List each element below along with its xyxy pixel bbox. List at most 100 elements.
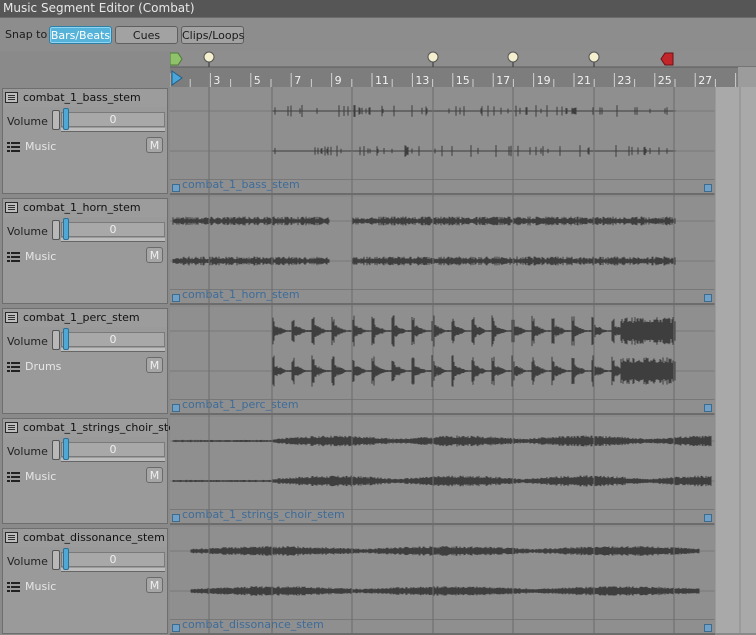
volume-slider-thumb[interactable] [63, 328, 69, 350]
clip-trim-end-handle[interactable] [704, 624, 712, 632]
clip-name: combat_1_bass_stem [182, 178, 300, 191]
mute-button[interactable]: M [146, 247, 163, 263]
output-bus-label[interactable]: Music [25, 250, 56, 263]
volume-field[interactable]: 0 [61, 442, 165, 457]
track-properties-icon[interactable] [5, 312, 18, 323]
snap-cues-button[interactable]: Cues [115, 26, 178, 44]
clip-trim-start-handle[interactable] [172, 624, 180, 632]
clip-trim-start-handle[interactable] [172, 514, 180, 522]
snap-bars-beats-button[interactable]: Bars/Beats [49, 26, 112, 44]
ruler-bar-number: 21 [577, 74, 591, 87]
volume-field[interactable]: 0 [61, 222, 165, 237]
bus-icon [7, 141, 21, 152]
volume-slider-track[interactable] [61, 568, 165, 572]
ruler-bar-number: 17 [496, 74, 510, 87]
track-properties-icon[interactable] [5, 202, 18, 213]
timeline-ruler[interactable]: 357911131517192123252729 [170, 51, 756, 87]
volume-field[interactable]: 0 [61, 552, 165, 567]
track-name[interactable]: combat_1_horn_stem [23, 201, 141, 214]
volume-handle[interactable] [52, 550, 60, 570]
waveform [170, 216, 715, 266]
volume-slider-thumb[interactable] [63, 218, 69, 240]
ruler-bar-number: 7 [294, 74, 301, 87]
waveform-path [272, 105, 676, 157]
track-header[interactable]: combat_1_strings_choir_stem Volume 0 Music M [2, 418, 186, 524]
track-name[interactable]: combat_1_perc_stem [23, 311, 140, 324]
output-bus-label[interactable]: Music [25, 580, 56, 593]
volume-slider-thumb[interactable] [63, 108, 69, 130]
volume-label: Volume [7, 555, 48, 568]
track-lane[interactable]: combat_1_strings_choir_stem [170, 417, 715, 525]
waveform [170, 546, 715, 596]
clip-trim-end-handle[interactable] [704, 294, 712, 302]
volume-field[interactable]: 0 [61, 332, 165, 347]
exit-cue-marker [660, 52, 674, 66]
volume-slider-track[interactable] [61, 238, 165, 242]
volume-label: Volume [7, 115, 48, 128]
custom-cue-marker [507, 51, 519, 63]
track-name[interactable]: combat_1_bass_stem [23, 91, 141, 104]
track-lane[interactable]: combat_1_bass_stem [170, 87, 715, 195]
waveform-path [272, 315, 676, 387]
volume-slider-track[interactable] [61, 458, 165, 462]
clip-name: combat_1_horn_stem [182, 288, 300, 301]
track-properties-icon[interactable] [5, 422, 18, 433]
ruler-bar-number: 25 [658, 74, 672, 87]
waveform-path [172, 216, 676, 266]
volume-label: Volume [7, 225, 48, 238]
volume-handle[interactable] [52, 330, 60, 350]
clip-trim-end-handle[interactable] [704, 514, 712, 522]
output-bus-label[interactable]: Drums [25, 360, 61, 373]
track-lane[interactable]: combat_1_perc_stem [170, 307, 715, 415]
clip-trim-end-handle[interactable] [704, 184, 712, 192]
clip-name: combat_1_strings_choir_stem [182, 508, 345, 521]
clip-name: combat_1_perc_stem [182, 398, 299, 411]
output-bus-label[interactable]: Music [25, 140, 56, 153]
ruler-bar-number: 13 [415, 74, 429, 87]
bus-icon [7, 471, 21, 482]
waveform-path [172, 435, 712, 487]
ruler-bar-number: 3 [213, 74, 220, 87]
output-bus-label[interactable]: Music [25, 470, 56, 483]
clip-trim-start-handle[interactable] [172, 184, 180, 192]
track-properties-icon[interactable] [5, 92, 18, 103]
clip-trim-start-handle[interactable] [172, 404, 180, 412]
mute-button[interactable]: M [146, 357, 163, 373]
track-properties-icon[interactable] [5, 532, 18, 543]
volume-slider-thumb[interactable] [63, 548, 69, 570]
volume-handle[interactable] [52, 110, 60, 130]
mute-button[interactable]: M [146, 137, 163, 153]
snap-clips-loops-button[interactable]: Clips/Loops [181, 26, 244, 44]
volume-handle[interactable] [52, 440, 60, 460]
volume-handle[interactable] [52, 220, 60, 240]
entry-cue-marker [170, 52, 183, 66]
ruler-bar-number: 19 [537, 74, 551, 87]
ruler-spacer [0, 51, 170, 87]
bus-icon [7, 361, 21, 372]
ruler-bar-number: 23 [617, 74, 631, 87]
track-header[interactable]: combat_1_bass_stem Volume 0 Music M [2, 88, 168, 194]
mute-button[interactable]: M [146, 467, 163, 483]
waveform [170, 435, 715, 487]
volume-slider-track[interactable] [61, 128, 165, 132]
track-lane[interactable]: combat_1_horn_stem [170, 197, 715, 305]
window-title-bar: Music Segment Editor (Combat) [0, 0, 756, 17]
clip-trim-start-handle[interactable] [172, 294, 180, 302]
track-lane[interactable]: combat_dissonance_stem [170, 527, 715, 635]
track-header[interactable]: combat_1_perc_stem Volume 0 Drums M [2, 308, 168, 414]
volume-label: Volume [7, 445, 48, 458]
volume-field[interactable]: 0 [61, 112, 165, 127]
mute-button[interactable]: M [146, 577, 163, 593]
track-header[interactable]: combat_1_horn_stem Volume 0 Music M [2, 198, 168, 304]
clip-trim-end-handle[interactable] [704, 404, 712, 412]
track-name[interactable]: combat_dissonance_stem [23, 531, 165, 544]
toolbar: Snap to Bars/Beats Cues Clips/Loops [0, 17, 756, 52]
window-title: Music Segment Editor (Combat) [3, 1, 195, 15]
bus-icon [7, 251, 21, 262]
waveform-path [190, 546, 700, 596]
custom-cue-marker [427, 51, 439, 63]
volume-slider-thumb[interactable] [63, 438, 69, 460]
track-name[interactable]: combat_1_strings_choir_stem [23, 421, 186, 434]
volume-slider-track[interactable] [61, 348, 165, 352]
track-header[interactable]: combat_dissonance_stem Volume 0 Music M [2, 528, 168, 634]
